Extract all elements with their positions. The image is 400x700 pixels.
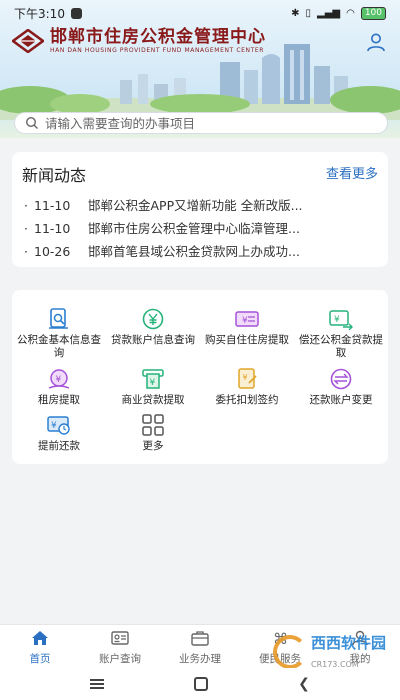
home-nav-icon[interactable] [194,677,209,691]
service-label: 还款账户变更 [309,394,373,406]
service-purchase-housing-withdraw[interactable]: ¥ 购买自住住房提取 [200,308,294,347]
service-label: 更多 [142,440,164,452]
svg-text:¥: ¥ [150,378,156,388]
tab-label: 首页 [29,653,51,665]
service-label: 租房提取 [38,394,80,406]
service-loan-account-query[interactable]: 贷款账户信息查询 [106,308,200,347]
service-basic-info-query[interactable]: 公积金基本信息查询 [12,308,106,360]
news-item[interactable]: · 11-10 邯郸市住房公积金管理中心临漳管理... [24,217,380,240]
news-item[interactable]: · 10-26 邯郸首笔县域公积金贷款网上办成功... [24,240,380,263]
watermark-text: 西西软件园 [310,634,386,652]
exchange-icon [330,368,352,390]
service-repay-account-change[interactable]: 还款账户变更 [294,368,388,407]
service-entrust-deduction-sign[interactable]: ¥ 委托扣划签约 [200,368,294,407]
news-date: 11-10 [34,221,71,236]
svg-text:¥: ¥ [334,315,340,325]
svg-text:¥: ¥ [51,421,57,431]
news-headline: 邯郸首笔县域公积金贷款网上办成功... [88,244,300,259]
service-label: 购买自住住房提取 [205,334,289,346]
battery-icon: 100 [360,6,386,20]
news-card: 新闻动态 查看更多 · 11-10 邯郸公积金APP又增新功能 全新改版... … [12,152,388,267]
early-repay-icon: ¥ [47,416,70,435]
service-early-repayment[interactable]: ¥ 提前还款 [12,414,106,453]
service-rent-withdraw[interactable]: ¥ 租房提取 [12,368,106,407]
money-card-icon: ¥ [235,311,259,327]
site-watermark: 西西软件园 CR173.COM [272,632,386,671]
wifi-icon: ◠ [346,7,355,19]
home-icon [32,631,48,645]
news-date: 11-10 [34,198,71,213]
tab-label: 业务办理 [179,653,221,665]
bluetooth-icon: ✱ [291,7,300,19]
service-label: 委托扣划签约 [215,394,279,406]
search-input[interactable] [45,115,365,131]
news-title: 新闻动态 [22,166,87,185]
document-search-icon [49,308,68,329]
briefcase-icon [191,631,209,646]
services-card: 公积金基本信息查询 贷款账户信息查询 ¥ 购买自住住房提取 ¥ 偿还公积金贷款提… [12,290,388,464]
notification-icon [70,7,82,19]
news-headline: 邯郸市住房公积金管理中心临漳管理... [88,221,300,236]
news-item[interactable]: · 11-10 邯郸公积金APP又增新功能 全新改版... [24,194,380,217]
watermark-logo-icon [272,634,307,669]
news-headline: 邯郸公积金APP又增新功能 全新改版... [88,198,303,213]
rent-coin-icon: ¥ [48,369,70,389]
yuan-coin-icon [142,308,164,330]
menu-nav-icon[interactable] [90,683,105,685]
search-icon [25,116,38,129]
service-label: 偿还公积金贷款提取 [299,334,383,359]
tab-home[interactable]: 首页 [0,625,80,668]
service-label: 贷款账户信息查询 [111,334,195,346]
city-skyline-illustration [0,44,400,120]
news-list: · 11-10 邯郸公积金APP又增新功能 全新改版... · 11-10 邯郸… [24,194,380,263]
status-time: 下午3:10 [14,6,65,21]
svg-text:¥: ¥ [243,373,248,382]
tab-label: 账户查询 [99,653,141,665]
tab-business[interactable]: 业务办理 [160,625,240,668]
service-label: 商业贷款提取 [121,394,185,406]
service-repay-loan-withdraw[interactable]: ¥ 偿还公积金贷款提取 [294,308,388,360]
header-banner: 下午3:10 ✱ ▯ ▂▄▆ ◠ 100 邯郸市住房公积金管理中心 HAN DA… [0,0,400,138]
news-more-link[interactable]: 查看更多 [326,163,378,182]
signal-icon: ▂▄▆ [317,7,341,19]
news-date: 10-26 [34,244,71,259]
status-indicators: ✱ ▯ ▂▄▆ ◠ 100 [291,6,386,20]
sign-contract-icon: ¥ [238,368,257,389]
system-nav-bar: ❮ [0,668,400,700]
id-card-icon [111,631,129,645]
grid-more-icon [142,414,164,436]
status-bar: 下午3:10 ✱ ▯ ▂▄▆ ◠ 100 [0,0,400,26]
svg-text:¥: ¥ [242,316,248,326]
yuan-transfer-icon: ¥ [329,310,353,330]
back-nav-icon[interactable]: ❮ [298,676,310,692]
service-label: 公积金基本信息查询 [17,334,101,359]
service-label: 提前还款 [38,440,80,452]
service-more[interactable]: 更多 [106,414,200,453]
atm-yuan-icon: ¥ [142,369,164,389]
service-commercial-loan-withdraw[interactable]: ¥ 商业贷款提取 [106,368,200,407]
search-bar[interactable] [14,112,388,134]
tab-account-query[interactable]: 账户查询 [80,625,160,668]
svg-text:¥: ¥ [56,375,62,385]
vibrate-icon: ▯ [305,7,311,19]
